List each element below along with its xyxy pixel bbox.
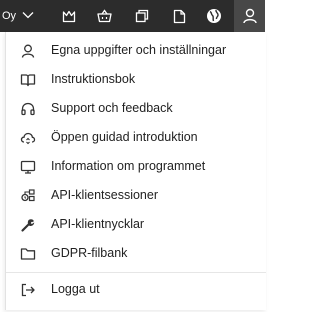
menu-item-guided-intro[interactable]: Öppen guidad introduktion [6, 123, 266, 152]
api-sessions-icon [20, 188, 36, 204]
menu-item-label: Information om programmet [51, 159, 206, 173]
menu-item-label: API-klientnycklar [51, 217, 145, 231]
document-icon[interactable] [164, 0, 194, 32]
logout-icon [20, 282, 36, 298]
cloud-sync-icon [20, 130, 36, 146]
menu-item-about[interactable]: Information om programmet [6, 152, 266, 181]
menu-item-label: GDPR-filbank [51, 246, 128, 260]
top-toolbar: Oy [0, 0, 265, 32]
user-dropdown-menu: Egna uppgifter och inställningar Instruk… [5, 32, 266, 310]
menu-item-label: Öppen guidad introduktion [51, 130, 198, 144]
menu-item-profile-settings[interactable]: Egna uppgifter och inställningar [6, 36, 266, 65]
globe-icon[interactable] [199, 0, 229, 32]
organization-label: Oy [2, 10, 17, 22]
menu-item-label: Instruktionsbok [51, 72, 136, 86]
menu-item-label: Support och feedback [51, 101, 173, 115]
monitor-icon [20, 159, 36, 175]
crown-icon[interactable] [54, 0, 84, 32]
wrench-icon [20, 217, 36, 233]
user-menu-button[interactable] [234, 0, 265, 32]
headset-icon [20, 101, 36, 117]
basket-icon[interactable] [89, 0, 119, 32]
menu-divider [6, 272, 266, 273]
user-icon [20, 43, 36, 59]
menu-item-gdpr-filebank[interactable]: GDPR-filbank [6, 239, 266, 268]
menu-item-logout[interactable]: Logga ut [6, 275, 266, 304]
copy-icon[interactable] [127, 0, 157, 32]
menu-item-support[interactable]: Support och feedback [6, 94, 266, 123]
menu-item-label: API-klientsessioner [51, 188, 158, 202]
chevron-down-icon [22, 10, 34, 22]
menu-item-api-keys[interactable]: API-klientnycklar [6, 210, 266, 239]
book-icon [20, 72, 36, 88]
menu-item-label: Egna uppgifter och inställningar [51, 43, 227, 57]
menu-item-label: Logga ut [51, 282, 100, 296]
menu-item-api-sessions[interactable]: API-klientsessioner [6, 181, 266, 210]
folder-icon [20, 246, 36, 262]
user-icon [242, 8, 257, 24]
organization-selector[interactable]: Oy [2, 0, 34, 32]
menu-item-manual[interactable]: Instruktionsbok [6, 65, 266, 94]
